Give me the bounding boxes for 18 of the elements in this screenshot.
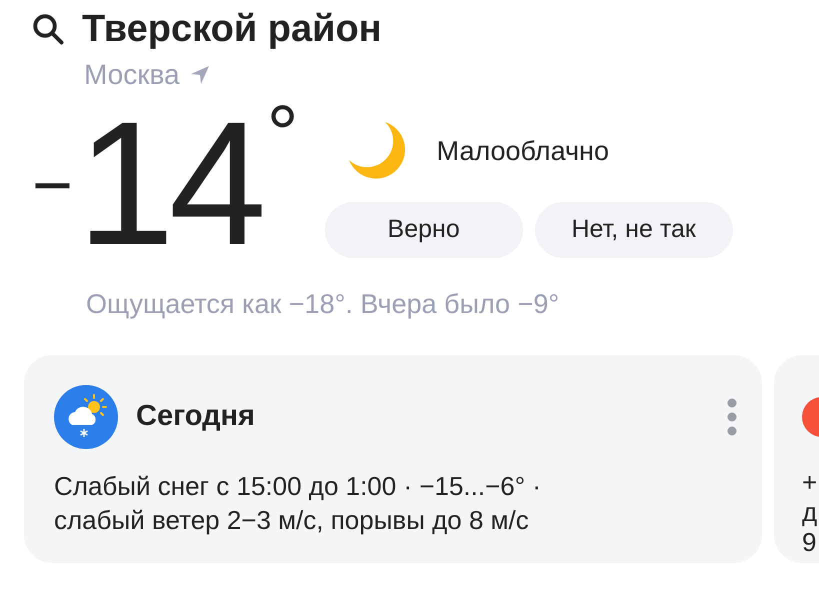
forecast-card[interactable]: Сегодня Слабый снег с 15:00 до 1:00 · −15...−6° · слабый ветер 2−3 м/с, порывы до 8 м/с xyxy=(24,354,762,562)
cloud-sun-snow-icon xyxy=(54,384,118,448)
feedback-button[interactable]: Верно xyxy=(324,202,523,258)
location-title[interactable]: Тверской район xyxy=(82,4,382,54)
temperature-value: 14 xyxy=(76,104,261,264)
degree-sign: ° xyxy=(266,104,299,164)
feedback-button[interactable]: Нет, не так xyxy=(534,202,733,258)
card-title: Сегодня xyxy=(136,398,255,434)
forecast-description: Слабый снег с 15:00 до 1:00 · −15...−6° · слабый ветер 2−3 м/с, порывы до 8 м/с xyxy=(54,470,542,536)
temperature-sign: − xyxy=(32,150,73,220)
city-name: Москва xyxy=(84,58,180,92)
card-text: + xyxy=(802,466,818,496)
card-text: д xyxy=(802,496,818,526)
card-text: 9 xyxy=(802,526,818,556)
weather-condition: Малооблачно xyxy=(436,134,609,168)
feels-like-text: Ощущается как −18°. Вчера было −9° xyxy=(85,288,560,321)
location-arrow-icon xyxy=(190,65,210,85)
next-card[interactable]: + д 9 xyxy=(774,354,819,562)
